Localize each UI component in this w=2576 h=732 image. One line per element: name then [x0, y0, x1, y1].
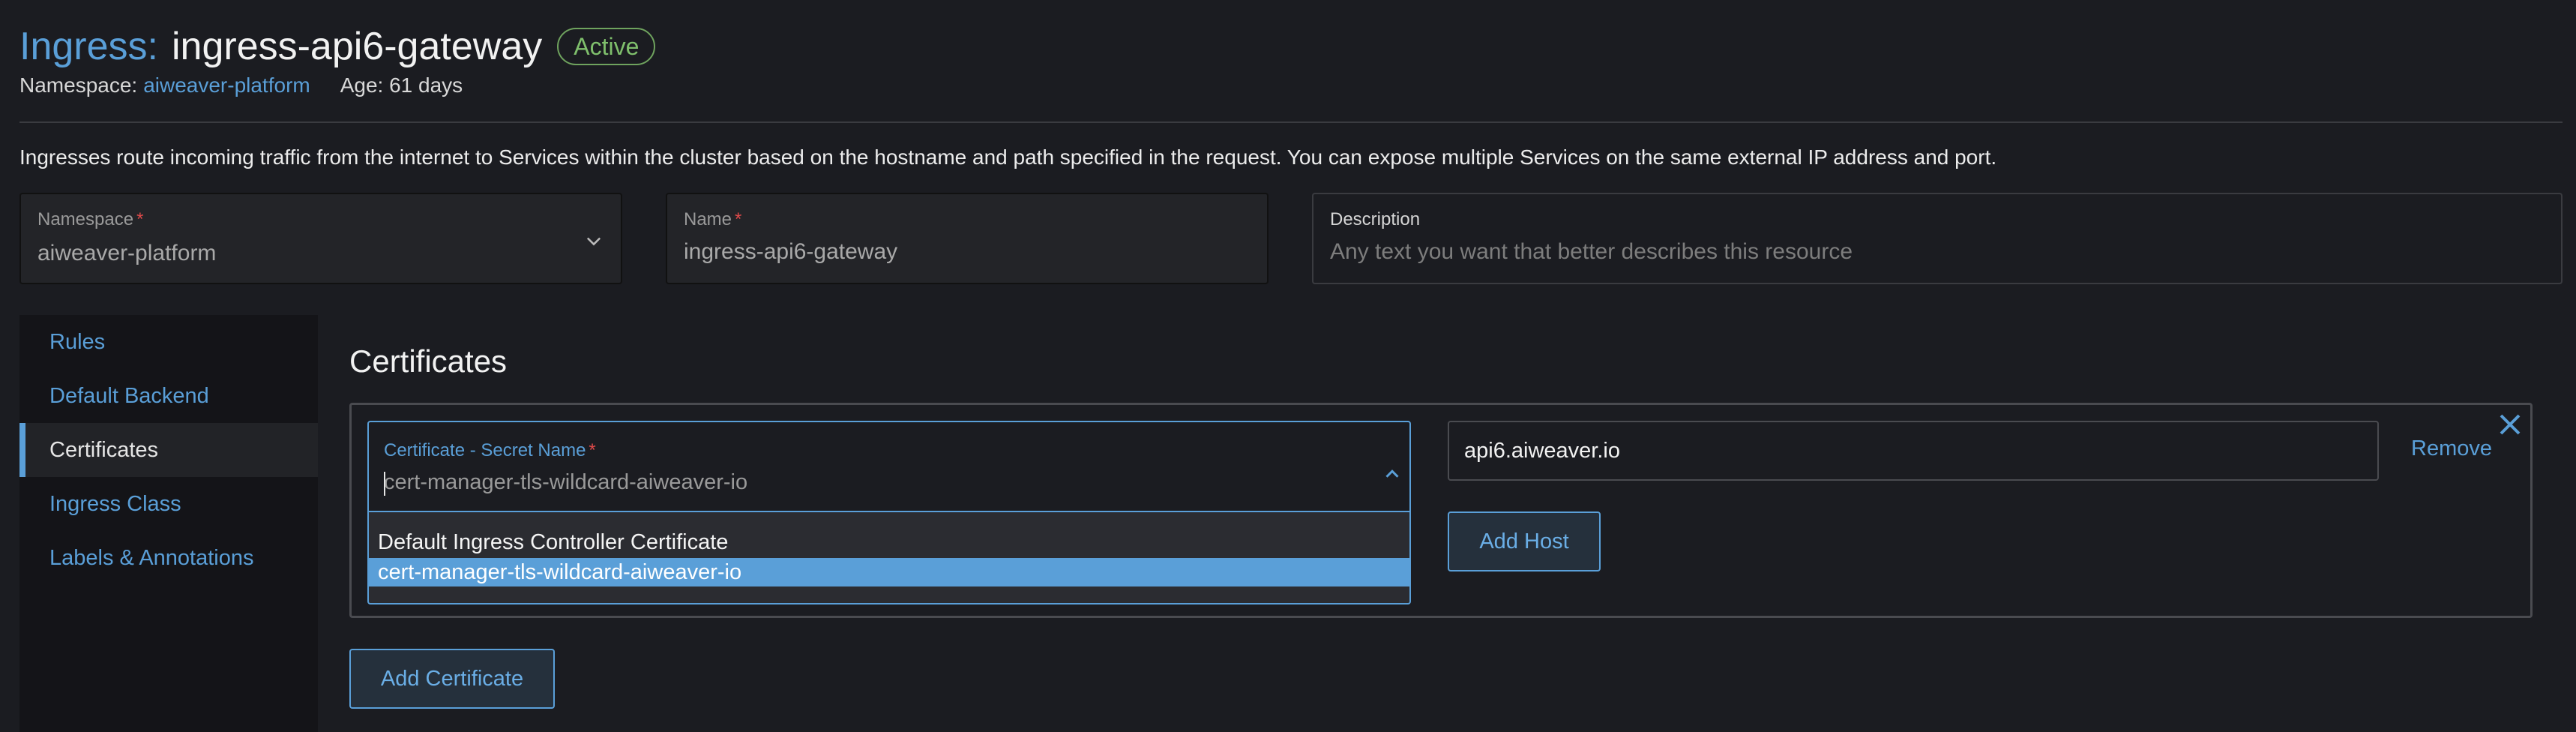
chevron-down-icon	[586, 237, 601, 246]
add-certificate-button[interactable]: Add Certificate	[349, 649, 555, 709]
certificate-secret-select[interactable]: Certificate - Secret Name * cert-manager-…	[367, 421, 1411, 512]
resource-description-text: Ingresses route incoming traffic from th…	[19, 146, 1997, 169]
page-title: ingress-api6-gateway	[171, 25, 543, 68]
name-field-label: Name *	[684, 209, 742, 230]
ingress-tabs-nav: Rules Default Backend Certificates Ingre…	[19, 315, 318, 732]
resource-kind-label: Ingress:	[19, 25, 158, 68]
tab-ingress-class[interactable]: Ingress Class	[19, 477, 318, 531]
remove-host-button[interactable]: Remove	[2411, 436, 2492, 461]
description-field[interactable]: Description Any text you want that bette…	[1312, 193, 2563, 284]
tab-labels-annotations[interactable]: Labels & Annotations	[19, 531, 318, 585]
host-input[interactable]: api6.aiweaver.io	[1448, 421, 2379, 481]
text-cursor	[384, 472, 385, 496]
namespace-select[interactable]: Namespace * aiweaver-platform	[19, 193, 622, 284]
namespace-meta-label: Namespace:	[19, 74, 138, 97]
description-field-label: Description	[1330, 209, 1421, 230]
chevron-up-icon[interactable]	[1381, 463, 1403, 485]
status-badge: Active	[557, 28, 656, 65]
dropdown-option-default-certificate[interactable]: Default Ingress Controller Certificate	[369, 528, 1409, 556]
tab-rules[interactable]: Rules	[19, 315, 318, 369]
namespace-field-label: Namespace *	[37, 209, 144, 230]
tab-certificates[interactable]: Certificates	[19, 423, 318, 477]
add-host-button[interactable]: Add Host	[1448, 512, 1601, 572]
secret-name-label: Certificate - Secret Name *	[384, 440, 596, 460]
resource-meta: Namespace: aiweaver-platform Age: 61 day…	[19, 74, 463, 98]
namespace-field-value: aiweaver-platform	[37, 241, 217, 266]
dropdown-option-selected-secret[interactable]: cert-manager-tls-wildcard-aiweaver-io	[369, 558, 1409, 586]
tab-default-backend[interactable]: Default Backend	[19, 369, 318, 423]
name-field-value: ingress-api6-gateway	[684, 239, 898, 264]
age-label: Age: 61 days	[340, 74, 463, 97]
name-field[interactable]: Name * ingress-api6-gateway	[666, 193, 1269, 284]
namespace-link[interactable]: aiweaver-platform	[143, 74, 310, 98]
close-icon[interactable]	[2497, 411, 2524, 438]
certificates-section-title: Certificates	[349, 344, 508, 379]
header-divider	[19, 122, 2563, 123]
page-header: Ingress: ingress-api6-gateway Active	[19, 22, 656, 70]
secret-dropdown-menu: Default Ingress Controller Certificate c…	[367, 512, 1411, 604]
description-placeholder: Any text you want that better describes …	[1330, 239, 1853, 264]
secret-name-value: cert-manager-tls-wildcard-aiweaver-io	[384, 470, 748, 494]
